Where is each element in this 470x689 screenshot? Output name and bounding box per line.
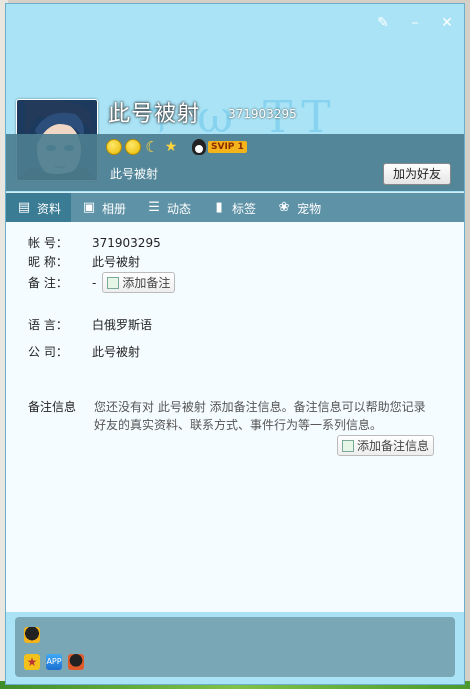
qq-penguin-icon[interactable] <box>24 627 40 643</box>
nickname-row: 昵 称： 此号被射 <box>28 253 140 270</box>
star-service-icon[interactable]: ★ <box>24 654 40 670</box>
profile-qq-number: 371903295 <box>228 107 297 121</box>
id-card-icon: ▤ <box>17 200 31 215</box>
penguin-icon <box>192 139 206 155</box>
level-star-icon[interactable]: ★ <box>163 139 179 155</box>
tab-album[interactable]: ▣ 相册 <box>71 193 136 223</box>
profile-signature: 此号被射 <box>110 167 159 181</box>
vip-badge[interactable]: SVIP 1 <box>192 139 247 155</box>
remark-row: 备 注： - 添加备注 <box>28 272 176 293</box>
company-label: 公 司： <box>28 345 68 359</box>
language-value: 白俄罗斯语 <box>92 318 153 332</box>
pet-icon: ❀ <box>278 200 290 215</box>
note-text: 您还没有对 此号被射 添加备注信息。备注信息可以帮助您记录好友的真实资料、联系方… <box>94 400 426 432</box>
note-title: 备注信息 <box>28 400 77 414</box>
tab-label: 标签 <box>232 201 257 216</box>
bookmark-icon: ▮ <box>215 200 223 215</box>
language-label: 语 言： <box>28 318 68 332</box>
add-note-button[interactable]: 添加备注信息 <box>336 435 434 456</box>
account-value: 371903295 <box>92 235 161 250</box>
tab-feed[interactable]: ☰ 动态 <box>136 193 201 223</box>
level-moon-icon[interactable]: ☾ <box>144 139 160 155</box>
nickname-value: 此号被射 <box>92 255 141 269</box>
close-icon[interactable]: ✕ <box>438 14 456 32</box>
level-sun-icon[interactable] <box>125 139 141 155</box>
tab-pet[interactable]: ❀ 宠物 <box>266 193 331 223</box>
tab-profile[interactable]: ▤ 资料 <box>6 193 72 223</box>
add-note-button-inner[interactable]: 添加备注信息 <box>336 435 434 456</box>
skin-icon[interactable]: ✎ <box>374 14 392 32</box>
tab-label: 宠物 <box>297 201 322 216</box>
add-friend-button[interactable]: 加为好友 <box>383 163 451 185</box>
tab-label: 相册 <box>102 201 127 216</box>
nickname-label: 昵 称： <box>28 255 68 269</box>
account-label: 帐 号： <box>28 236 68 250</box>
profile-tabs: ▤ 资料 ▣ 相册 ☰ 动态 ▮ 标签 ❀ 宠物 <box>6 192 464 223</box>
tab-label: 动态 <box>167 201 192 216</box>
feed-icon: ☰ <box>148 200 160 215</box>
language-row: 语 言： 白俄罗斯语 <box>28 316 152 333</box>
title-bar-controls: ✎ – ✕ <box>374 14 456 32</box>
remark-label: 备 注： <box>28 276 68 290</box>
company-row: 公 司： 此号被射 <box>28 343 140 360</box>
account-row: 帐 号： 371903295 <box>28 234 161 251</box>
add-remark-button[interactable]: 添加备注 <box>102 272 176 293</box>
album-icon: ▣ <box>82 200 96 215</box>
add-remark-label: 添加备注 <box>122 276 171 290</box>
add-note-label: 添加备注信息 <box>356 439 429 453</box>
level-sun-icon[interactable] <box>106 139 122 155</box>
footer-icons-bottom: ★ APP <box>24 654 84 670</box>
tab-label: 资料 <box>37 201 62 216</box>
remark-value: - <box>92 275 97 290</box>
profile-window: ד ω TT ✎ – ✕ 此号被射 371903295 ☾ ★ SVIP 1 此… <box>5 3 465 685</box>
vip-label: SVIP 1 <box>208 141 247 153</box>
tab-tags[interactable]: ▮ 标签 <box>201 193 266 223</box>
note-icon <box>107 276 120 289</box>
minimize-icon[interactable]: – <box>406 14 424 32</box>
qq-show-icon[interactable] <box>68 654 84 670</box>
status-icons: ☾ ★ SVIP 1 <box>106 139 247 155</box>
profile-nickname-title: 此号被射 <box>108 102 201 127</box>
company-value: 此号被射 <box>92 345 141 359</box>
app-icon[interactable]: APP <box>46 654 62 670</box>
footer-icons-top <box>24 627 40 646</box>
note-icon <box>341 439 354 452</box>
